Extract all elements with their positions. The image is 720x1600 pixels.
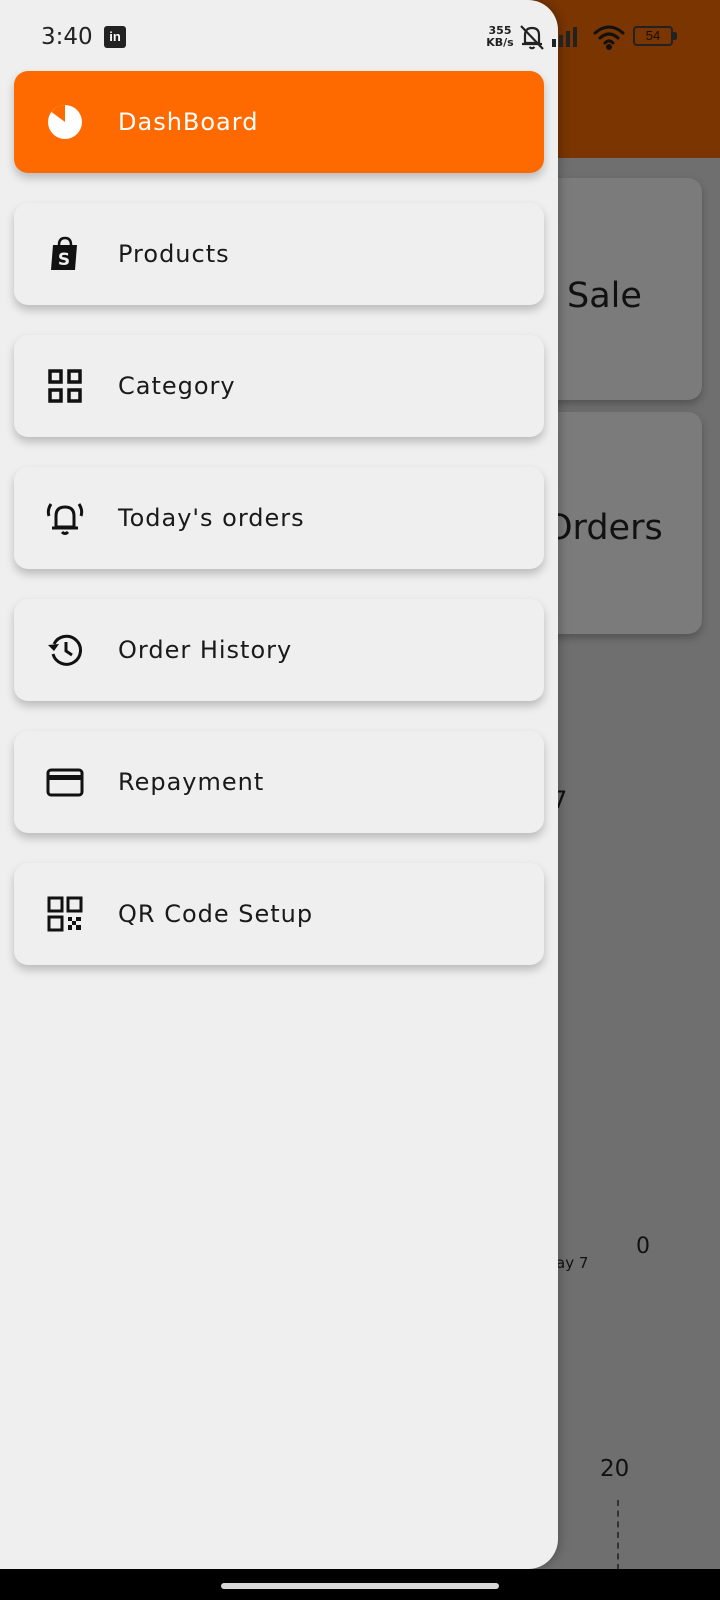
linkedin-icon: in — [104, 26, 126, 48]
chart-x-label: ay 7 — [556, 1254, 589, 1272]
menu-item-label: Repayment — [118, 768, 265, 796]
menu-item-order-history[interactable]: Order History — [14, 599, 544, 701]
pie-chart-icon — [45, 102, 85, 142]
menu-item-repayment[interactable]: Repayment — [14, 731, 544, 833]
menu-item-label: Order History — [118, 636, 293, 664]
menu-item-label: QR Code Setup — [118, 900, 314, 928]
bell-off-icon — [517, 22, 547, 52]
bell-ring-icon — [45, 498, 85, 538]
signal-icon — [550, 25, 586, 47]
chart-dashed-line — [617, 1500, 619, 1570]
menu-item-label: DashBoard — [118, 108, 259, 136]
battery-icon: 54 — [633, 26, 677, 46]
menu-item-category[interactable]: Category — [14, 335, 544, 437]
battery-level: 54 — [633, 26, 673, 46]
sale-card-label: Sale — [567, 276, 642, 316]
menu-item-label: Category — [118, 372, 236, 400]
wifi-icon — [592, 24, 626, 50]
history-icon — [45, 630, 85, 670]
credit-card-icon — [45, 762, 85, 802]
home-gesture-handle[interactable] — [221, 1583, 499, 1589]
status-time: 3:40 — [41, 24, 93, 50]
menu-item-todays-orders[interactable]: Today's orders — [14, 467, 544, 569]
menu-item-dashboard[interactable]: DashBoard — [14, 71, 544, 173]
menu-item-products[interactable]: S Products — [14, 203, 544, 305]
menu-item-qr-code-setup[interactable]: QR Code Setup — [14, 863, 544, 965]
chart-zero-label: 0 — [636, 1234, 650, 1259]
chart-twenty-label: 20 — [600, 1456, 630, 1482]
grid-icon — [45, 366, 85, 406]
navigation-drawer: DashBoard S Products Category Today's or… — [0, 0, 558, 1569]
svg-text:S: S — [58, 250, 70, 270]
menu-item-label: Today's orders — [118, 504, 305, 532]
qr-code-icon — [45, 894, 85, 934]
orders-card-label: Orders — [545, 508, 663, 548]
net-speed-indicator: 355 KB/s — [485, 25, 515, 49]
menu-item-label: Products — [118, 240, 230, 268]
shopping-bag-icon: S — [45, 234, 85, 274]
net-speed-unit: KB/s — [486, 36, 514, 49]
